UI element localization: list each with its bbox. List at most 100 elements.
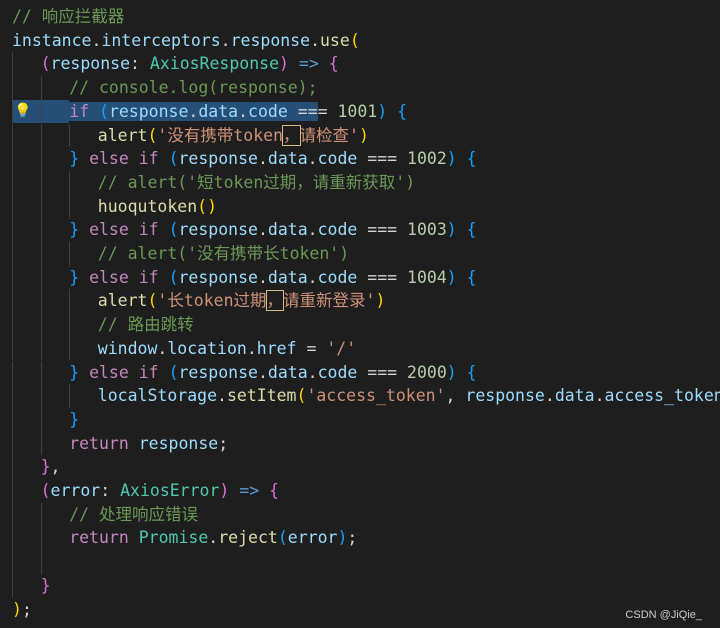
code-token: code	[317, 149, 358, 169]
code-token: instance	[12, 30, 92, 50]
code-token: (	[147, 291, 158, 311]
code-line[interactable]: instance.interceptors.response.use(	[0, 29, 720, 53]
indent-guide	[40, 242, 42, 266]
code-token: response	[178, 220, 258, 240]
code-line[interactable]: },	[0, 455, 720, 479]
code-token: .	[91, 30, 102, 50]
indent-guide	[69, 170, 71, 195]
indent-guide	[69, 123, 71, 148]
lightbulb-icon[interactable]: 💡	[14, 100, 31, 124]
code-token: .	[238, 101, 249, 121]
code-token: =	[296, 338, 327, 358]
code-token: href	[256, 338, 297, 358]
code-line[interactable]: } else if (response.data.code === 1003) …	[0, 218, 720, 242]
code-line[interactable]: } else if (response.data.code === 1002) …	[0, 147, 720, 171]
code-token: ,	[50, 457, 61, 477]
indent-guide	[12, 384, 13, 408]
code-line[interactable]: alert('没有携带token，请检查')	[0, 123, 720, 148]
code-token: .	[594, 386, 605, 406]
code-token: )	[446, 220, 457, 240]
code-token: 请检查'	[299, 125, 359, 145]
code-token: (	[168, 149, 179, 169]
code-line[interactable]: return response;	[0, 431, 720, 456]
code-token: (	[168, 362, 179, 382]
indent-guide	[69, 384, 71, 408]
code-token: ===	[357, 362, 408, 382]
code-token: interceptors	[101, 30, 221, 50]
code-line[interactable]: } else if (response.data.code === 1004) …	[0, 265, 720, 290]
code-token: {	[466, 362, 477, 382]
code-line[interactable]: // 路由跳转	[0, 313, 720, 337]
code-token: else	[89, 267, 129, 287]
code-line[interactable]: } else if (response.data.code === 2000) …	[0, 360, 720, 385]
code-line[interactable]: (error: AxiosError) => {	[0, 479, 720, 503]
indent-guide	[40, 194, 42, 219]
code-line[interactable]: // alert('没有携带长token')	[0, 242, 720, 266]
code-line[interactable]: }	[0, 407, 720, 432]
code-text: // 处理响应错误	[69, 503, 198, 527]
code-line[interactable]: return Promise.reject(error);	[0, 526, 720, 551]
code-line[interactable]: window.location.href = '/'	[0, 336, 720, 361]
indent-guide	[40, 360, 42, 385]
code-token: )	[446, 362, 457, 382]
indent-guide	[40, 76, 42, 100]
code-editor[interactable]: // 响应拦截器 instance.interceptors.response.u…	[0, 0, 720, 628]
code-line[interactable]	[0, 550, 720, 574]
code-line[interactable]: localStorage.setItem('access_token', res…	[0, 384, 720, 408]
code-token: (	[168, 220, 179, 240]
code-line[interactable]: // 响应拦截器	[0, 5, 720, 29]
code-token: .	[257, 149, 268, 169]
indent-guide	[12, 407, 13, 432]
indent-guide	[40, 550, 42, 574]
code-token: {	[397, 101, 408, 121]
indent-guide	[12, 360, 13, 385]
indent-guide	[40, 384, 42, 408]
code-token: :	[130, 54, 150, 74]
code-token: localStorage	[97, 386, 218, 406]
code-token: response	[178, 362, 258, 382]
indent-guide	[40, 336, 42, 361]
code-token: .	[257, 362, 268, 382]
code-token: (	[147, 125, 158, 145]
code-line[interactable]: if (response.data.code === 1001) {💡	[0, 99, 720, 124]
code-token: else	[89, 149, 129, 169]
code-line[interactable]: }	[0, 573, 720, 598]
indent-guide	[40, 526, 42, 551]
code-line[interactable]: (response: AxiosResponse) => {	[0, 52, 720, 77]
code-token: response	[108, 101, 189, 121]
code-line[interactable]: // console.log(response);	[0, 76, 720, 100]
indent-guide	[12, 336, 13, 361]
indent-guide	[12, 147, 13, 171]
code-line[interactable]: // 处理响应错误	[0, 502, 720, 527]
code-line[interactable]: // alert('短token过期，请重新获取')	[0, 170, 720, 195]
code-token: .	[307, 149, 318, 169]
code-token: .	[307, 267, 318, 287]
code-line[interactable]: huoqutoken()	[0, 194, 720, 219]
code-token: }	[69, 409, 80, 429]
code-token: data	[267, 362, 308, 382]
code-token: response	[50, 54, 131, 74]
code-token: )	[219, 481, 230, 500]
code-token: ;	[21, 599, 32, 619]
code-line[interactable]: alert('长token过期，请重新登录')	[0, 289, 720, 314]
indent-guide	[12, 76, 13, 100]
code-token: )	[377, 101, 388, 121]
indent-guide	[12, 194, 13, 219]
indent-guide	[69, 194, 71, 219]
code-token: )	[375, 291, 386, 311]
code-token: )	[446, 267, 457, 287]
code-token: .	[307, 362, 318, 382]
code-token: data	[267, 220, 308, 240]
indent-guide	[12, 218, 13, 242]
code-token: .	[208, 528, 219, 548]
code-text: alert('长token过期，请重新登录')	[98, 289, 386, 313]
code-line[interactable]: );	[0, 598, 720, 622]
code-token: code	[317, 267, 358, 287]
indent-guide	[40, 123, 42, 148]
